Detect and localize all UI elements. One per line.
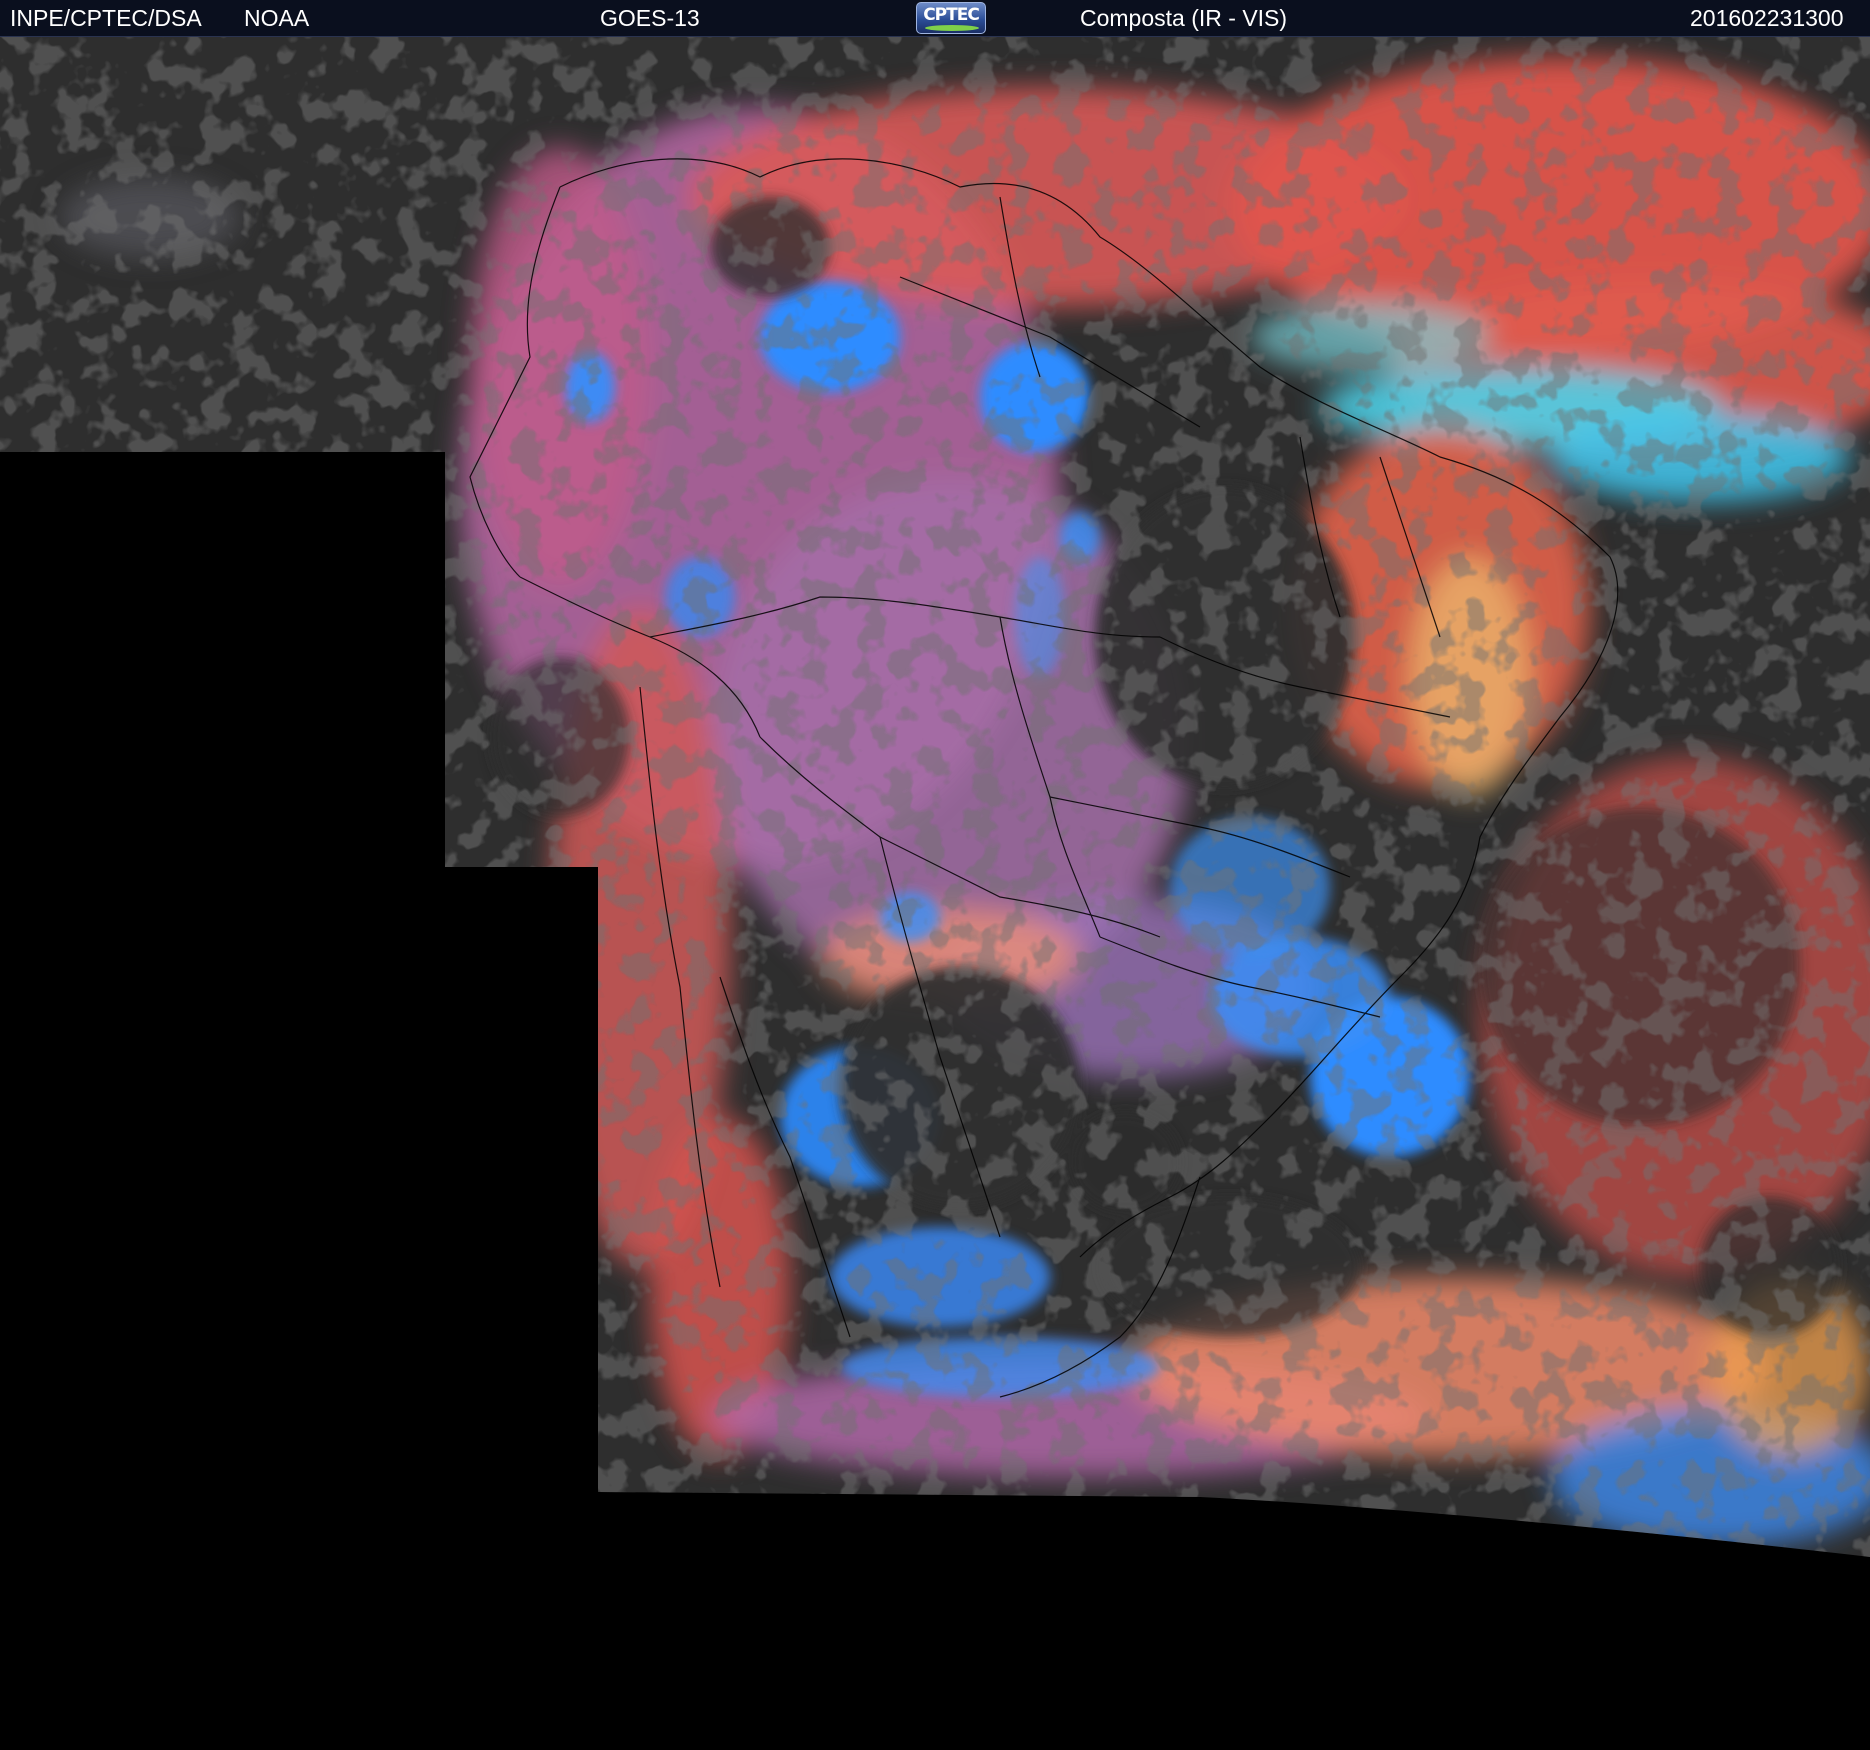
agency-label: NOAA (244, 5, 310, 31)
logo-text: CPTEC (923, 5, 980, 25)
source-label: INPE/CPTEC/DSA (10, 5, 202, 31)
cptec-logo-icon: CPTEC (916, 2, 986, 34)
header-bar: INPE/CPTEC/DSA NOAA GOES-13 CPTEC Compos… (0, 0, 1870, 37)
satellite-image (0, 37, 1870, 1750)
product-label: Composta (IR - VIS) (1080, 5, 1288, 31)
satellite-map (0, 37, 1870, 1750)
timestamp-label: 201602231300 (1690, 5, 1844, 31)
logo-swoosh (925, 25, 979, 31)
satellite-label: GOES-13 (600, 5, 700, 31)
